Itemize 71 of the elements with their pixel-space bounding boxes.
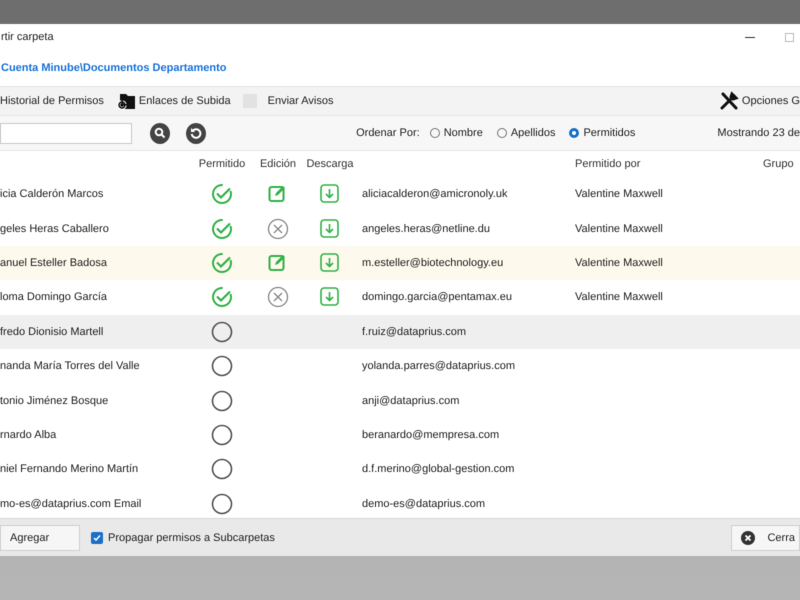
user-email: angeles.heras@netline.du <box>361 222 491 235</box>
user-email: anji@dataprius.com <box>361 394 460 407</box>
user-email: f.ruiz@dataprius.com <box>361 326 468 338</box>
user-email: yolanda.parres@dataprius.com <box>361 360 516 372</box>
user-email: beranardo@mempresa.com <box>361 428 500 441</box>
check-circle-icon[interactable] <box>211 252 233 274</box>
checkbox[interactable] <box>91 532 103 544</box>
folder-link-icon <box>116 92 136 110</box>
check-circle-icon[interactable] <box>211 286 233 308</box>
user-email: demo-es@dataprius.com <box>361 498 486 510</box>
column-header[interactable]: Permitido por <box>571 158 759 170</box>
maximize-button[interactable] <box>785 32 794 42</box>
result-count: Mostrando 23 de <box>717 127 800 139</box>
user-email: m.esteller@biotechnology.eu <box>361 256 504 269</box>
user-name: nanda María Torres del Valle <box>0 360 141 372</box>
column-header[interactable]: Permitido <box>190 158 254 170</box>
check-circle-icon[interactable] <box>211 218 233 240</box>
download-icon[interactable] <box>319 183 341 206</box>
tools-icon <box>718 91 739 111</box>
refresh-icon <box>190 127 202 139</box>
search-button[interactable] <box>150 122 170 144</box>
checkbox-label: Propagar permisos a Subcarpetas <box>108 532 275 544</box>
folder-path-link[interactable]: Cuenta Minube\Documentos Departamento <box>0 62 227 74</box>
user-name: tonio Jiménez Bosque <box>0 394 110 407</box>
close-icon <box>741 530 756 544</box>
download-icon[interactable] <box>319 252 341 274</box>
hovered-row[interactable]: fredo Dionisio Martell f.ruiz@dataprius.com <box>0 314 800 349</box>
cross-circle-icon[interactable] <box>267 218 289 240</box>
user-name: anuel Esteller Badosa <box>0 256 108 269</box>
download-icon[interactable] <box>319 286 341 308</box>
sort-radio[interactable]: Nombre <box>430 127 483 139</box>
user-name: rnardo Alba <box>0 428 58 441</box>
user-email: domingo.garcia@pentamax.eu <box>361 291 513 304</box>
empty-circle-icon[interactable] <box>211 390 233 412</box>
column-header[interactable]: Descarga <box>302 158 358 170</box>
search-icon <box>154 127 166 139</box>
empty-circle-icon[interactable] <box>211 355 233 378</box>
user-name: fredo Dionisio Martell <box>0 326 104 338</box>
allowed-by: Valentine Maxwell <box>574 256 664 269</box>
empty-circle-icon[interactable] <box>211 424 233 446</box>
column-header[interactable]: Grupo <box>759 158 800 170</box>
window-title: rtir carpeta <box>1 31 55 43</box>
cross-circle-icon[interactable] <box>267 286 289 308</box>
download-icon[interactable] <box>319 218 341 240</box>
empty-circle-icon[interactable] <box>211 492 233 515</box>
allowed-by: Valentine Maxwell <box>574 188 664 200</box>
history-button[interactable]: Historial de Permisos <box>0 95 104 107</box>
search-field[interactable] <box>0 122 132 144</box>
options-button[interactable]: Opciones G <box>742 95 800 107</box>
user-email: aliciacalderon@amicronoly.uk <box>361 188 508 200</box>
sort-radio[interactable]: Permitidos <box>569 127 636 139</box>
user-name: loma Domingo García <box>0 291 108 304</box>
check-circle-icon[interactable] <box>211 183 233 206</box>
allowed-by: Valentine Maxwell <box>574 291 664 304</box>
user-name: niel Fernando Merino Martín <box>0 463 140 476</box>
sort-radio[interactable]: Apellidos <box>496 127 556 139</box>
selected-row[interactable]: anuel Esteller Badosa m.esteller@biotechnology.eu Valentine Maxwell <box>0 246 800 280</box>
upload-links-button[interactable]: Enlaces de Subida <box>138 95 231 107</box>
user-name: icia Calderón Marcos <box>0 188 104 200</box>
allowed-by: Valentine Maxwell <box>574 222 664 235</box>
user-email: d.f.merino@global-gestion.com <box>361 463 516 476</box>
column-header[interactable]: Edición <box>254 158 302 170</box>
empty-circle-icon[interactable] <box>211 458 233 480</box>
user-name: geles Heras Caballero <box>0 222 110 235</box>
add-button[interactable]: Agregar <box>0 524 80 550</box>
close-button[interactable]: Cerra <box>731 524 800 550</box>
user-name: mo-es@dataprius.com Email <box>0 498 142 510</box>
checkbox-label: Enviar Avisos <box>268 95 334 107</box>
empty-circle-icon[interactable] <box>211 320 233 343</box>
sort-label: Ordenar Por: <box>356 127 420 139</box>
refresh-button[interactable] <box>186 122 206 144</box>
